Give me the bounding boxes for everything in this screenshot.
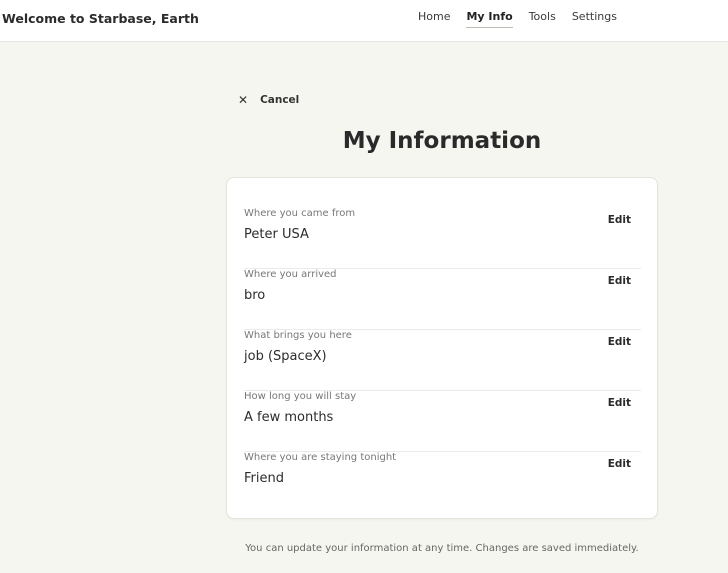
field-row-duration: How long you will stay A few months Edit — [244, 391, 641, 452]
field-value: job (SpaceX) — [244, 349, 327, 364]
field-label: Where you are staying tonight — [244, 452, 397, 463]
nav-item-settings[interactable]: Settings — [572, 10, 617, 28]
cancel-button[interactable]: ✕ Cancel — [238, 94, 299, 106]
edit-lodging-button[interactable]: Edit — [608, 458, 631, 470]
edit-origin-button[interactable]: Edit — [608, 214, 631, 226]
field-value: Peter USA — [244, 227, 309, 242]
info-card: Where you came from Peter USA Edit Where… — [226, 177, 658, 519]
edit-arrival-button[interactable]: Edit — [608, 275, 631, 287]
field-label: How long you will stay — [244, 391, 357, 402]
top-navigation-bar: Welcome to Starbase, Earth Home My Info … — [0, 0, 728, 42]
edit-purpose-button[interactable]: Edit — [608, 336, 631, 348]
cancel-label: Cancel — [260, 94, 300, 106]
field-value: A few months — [244, 410, 334, 425]
field-value: bro — [244, 288, 266, 303]
field-label: Where you came from — [244, 208, 356, 219]
page-title: My Information — [342, 128, 542, 154]
close-icon: ✕ — [238, 93, 249, 107]
field-row-origin: Where you came from Peter USA Edit — [244, 208, 641, 269]
edit-duration-button[interactable]: Edit — [608, 397, 631, 409]
app-title: Welcome to Starbase, Earth — [2, 11, 199, 26]
field-label: What brings you here — [244, 330, 352, 341]
field-row-arrival: Where you arrived bro Edit — [244, 269, 641, 330]
field-row-lodging: Where you are staying tonight Friend Edi… — [244, 452, 641, 513]
footer-note: You can update your information at any t… — [245, 543, 639, 554]
nav-item-tools[interactable]: Tools — [529, 10, 556, 28]
field-value: Friend — [244, 471, 284, 486]
field-row-purpose: What brings you here job (SpaceX) Edit — [244, 330, 641, 391]
nav-item-my-info[interactable]: My Info — [466, 10, 513, 28]
nav-item-home[interactable]: Home — [418, 10, 450, 28]
main-nav: Home My Info Tools Settings — [418, 10, 633, 28]
field-label: Where you arrived — [244, 269, 337, 280]
